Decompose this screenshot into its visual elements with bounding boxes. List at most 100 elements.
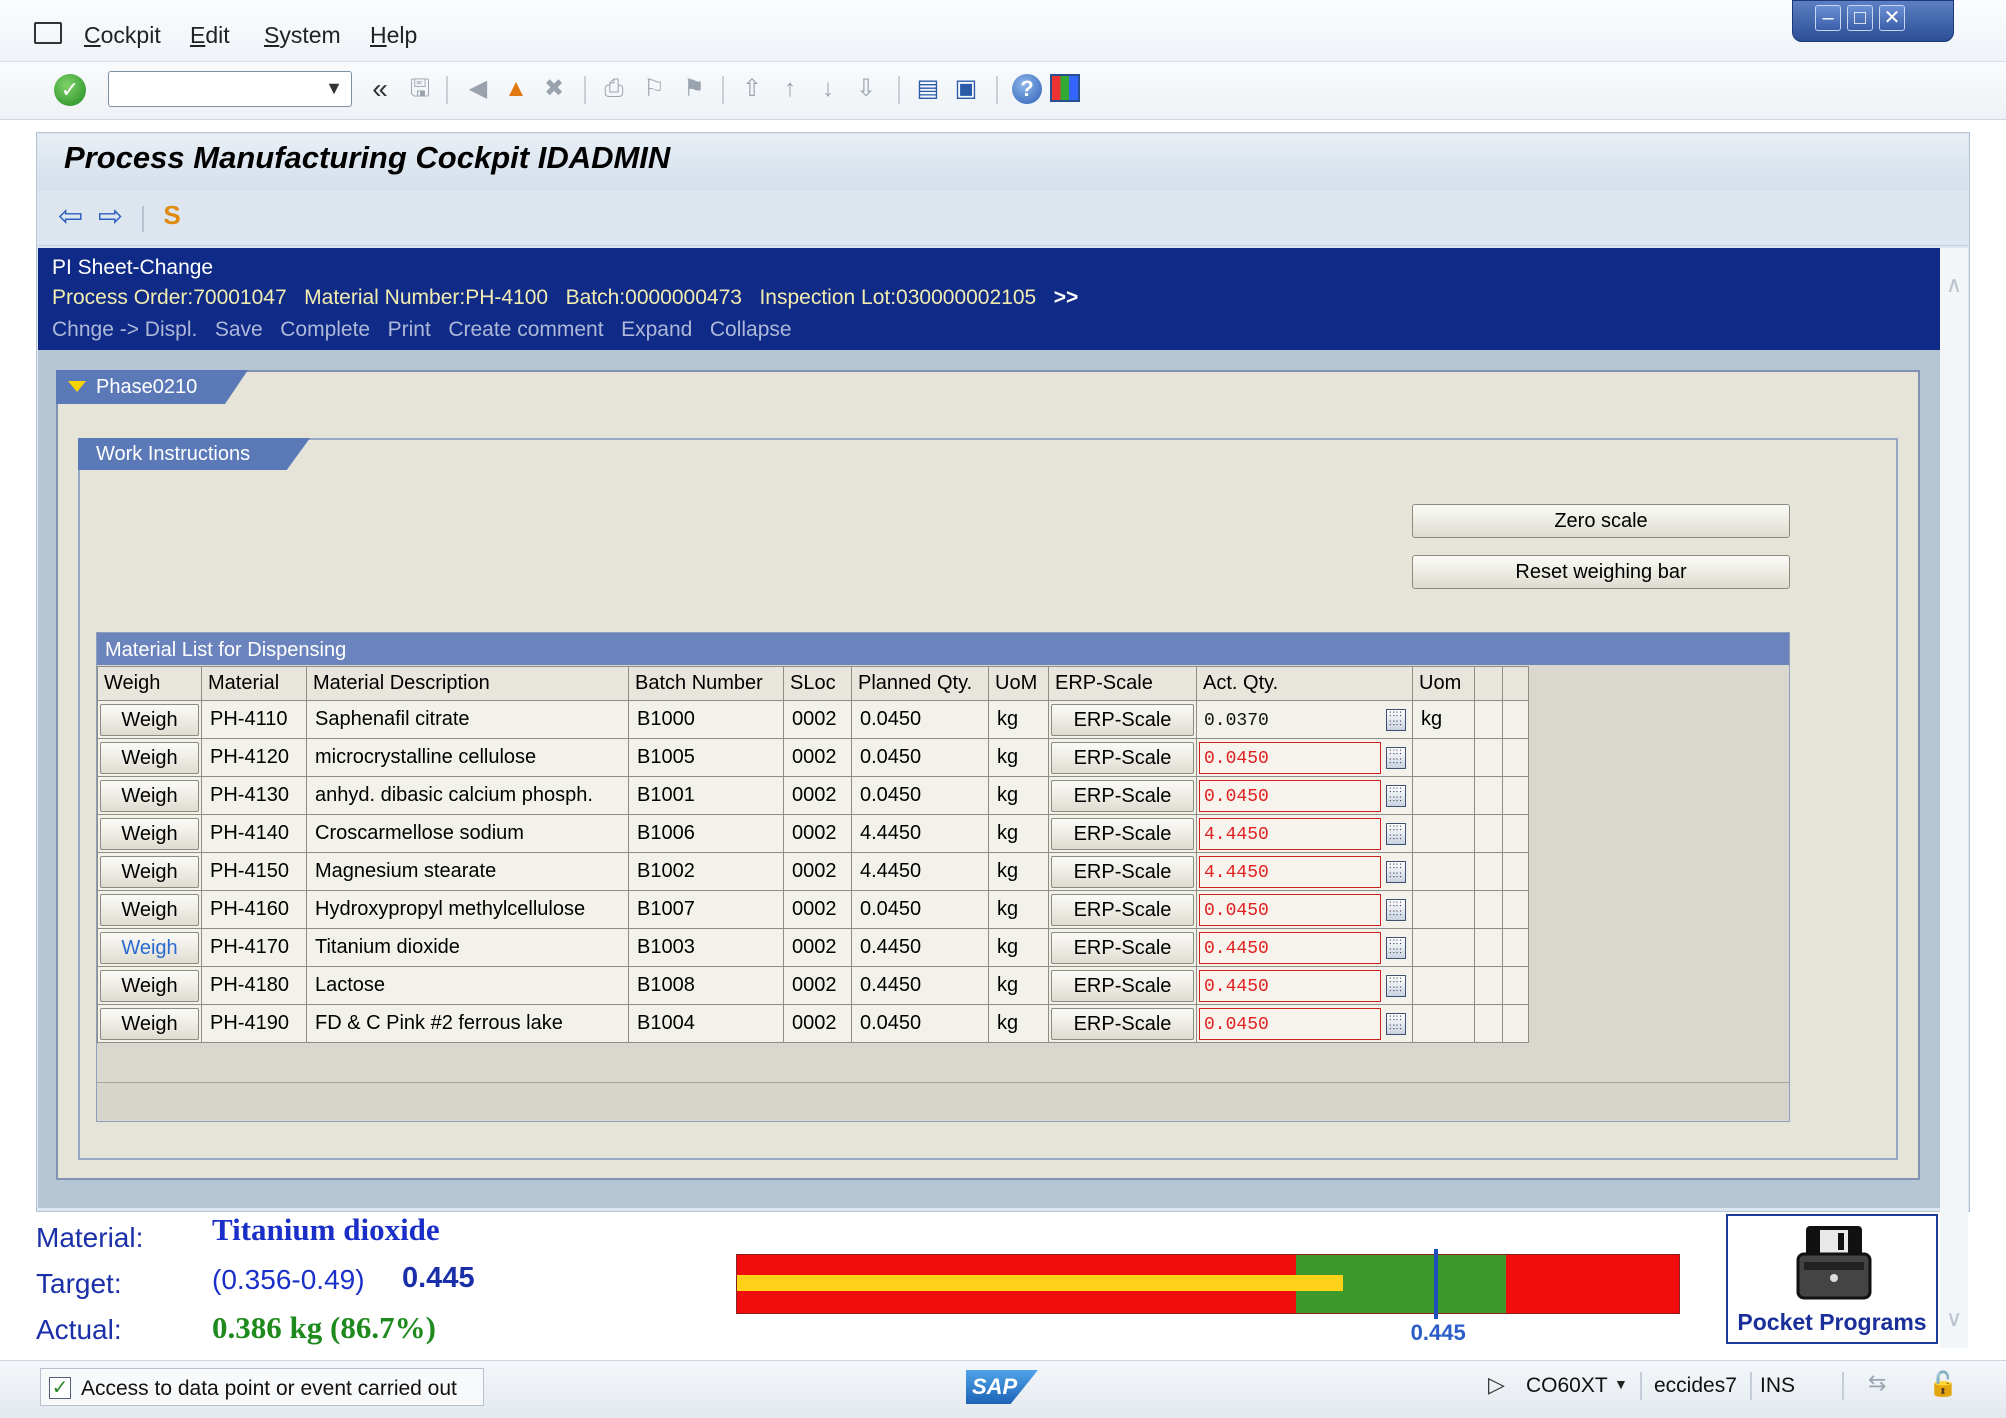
pi-sheet-header: PI Sheet-Change Process Order:70001047 M… [38,248,1940,350]
weigh-button[interactable]: Weigh [100,893,199,926]
batch-cell: B1005 [628,738,784,777]
menu-help[interactable]: Help [370,22,417,49]
weigh-button[interactable]: Weigh [100,931,199,964]
weigh-button[interactable]: Weigh [100,1007,199,1040]
erp-scale-button[interactable]: ERP-Scale [1051,969,1194,1002]
zero-scale-button[interactable]: Zero scale [1412,504,1790,538]
save-icon[interactable]: 🖫 [404,72,436,106]
column-header[interactable]: Weigh [97,666,202,701]
weigh-button[interactable]: Weigh [100,779,199,812]
action-save[interactable]: Save [215,318,263,341]
actual-qty-input[interactable]: 4.4450 [1199,817,1381,850]
actual-qty-input[interactable]: 0.0450 [1199,779,1381,812]
transaction-dropdown-icon[interactable]: ▼ [1614,1376,1628,1392]
more-link[interactable]: >> [1054,286,1079,309]
actual-qty-input[interactable]: 0.4450 [1199,931,1381,964]
erp-scale-button[interactable]: ERP-Scale [1051,855,1194,888]
action-create-comment[interactable]: Create comment [448,318,603,341]
collapse-triangle-icon[interactable] [68,381,86,392]
weigh-button[interactable]: Weigh [100,741,199,774]
action-collapse[interactable]: Collapse [710,318,792,341]
status-message[interactable]: ✓ Access to data point or event carried … [40,1368,484,1406]
actual-qty-input[interactable]: 0.0450 [1199,893,1381,926]
first-page-icon[interactable]: ⇧ [736,72,768,106]
maximize-icon[interactable]: □ [1847,5,1873,31]
column-header[interactable]: SLoc [783,666,852,701]
pocket-programs-button[interactable]: Pocket Programs [1726,1214,1938,1344]
action-change-display[interactable]: Chnge -> Displ. [52,318,197,341]
erp-scale-button[interactable]: ERP-Scale [1051,1007,1194,1040]
calculator-icon[interactable]: ∷∷ ∷∷ [1386,975,1406,997]
erp-scale-button[interactable]: ERP-Scale [1051,703,1194,736]
menu-edit[interactable]: Edit [190,22,230,49]
enter-icon[interactable]: ✓ [54,74,86,106]
collapse-toolbar-icon[interactable]: « [364,72,396,106]
reset-weighing-bar-button[interactable]: Reset weighing bar [1412,555,1790,589]
back-icon[interactable]: ◀ [462,72,494,106]
calculator-icon[interactable]: ∷∷ ∷∷ [1386,861,1406,883]
calculator-icon[interactable]: ∷∷ ∷∷ [1386,937,1406,959]
minimize-icon[interactable]: ‒ [1815,5,1841,31]
weigh-button[interactable]: Weigh [100,969,199,1002]
column-header[interactable]: Material [201,666,307,701]
status-expand-icon[interactable]: ▷ [1488,1372,1505,1398]
erp-scale-button[interactable]: ERP-Scale [1051,893,1194,926]
actual-qty-input[interactable]: 0.4450 [1199,969,1381,1002]
menu-system[interactable]: System [264,22,341,49]
vertical-scrollbar[interactable]: ∧ ∨ [1940,248,1968,1348]
uom-cell: kg [988,928,1049,967]
exit-icon[interactable]: ▲ [500,72,532,106]
material-value: Titanium dioxide [212,1212,440,1247]
help-icon[interactable]: ? [1012,74,1042,104]
close-icon[interactable]: ✕ [1879,5,1905,31]
scroll-up-icon[interactable]: ∧ [1946,272,1962,298]
calculator-icon[interactable]: ∷∷ ∷∷ [1386,747,1406,769]
erp-scale-button[interactable]: ERP-Scale [1051,817,1194,850]
shortcut-icon[interactable]: ▣ [950,72,982,106]
column-header[interactable]: Material Description [306,666,629,701]
action-expand[interactable]: Expand [621,318,692,341]
calculator-icon[interactable]: ∷∷ ∷∷ [1386,823,1406,845]
column-header[interactable]: ERP-Scale [1048,666,1197,701]
menu-icon[interactable] [34,22,62,44]
action-complete[interactable]: Complete [280,318,370,341]
action-print[interactable]: Print [388,318,431,341]
scroll-icon[interactable]: S [158,200,186,230]
actual-qty-input[interactable]: 0.0450 [1199,1007,1381,1040]
previous-page-icon[interactable]: ↑ [774,72,806,106]
lock-icon[interactable]: 🔓 [1928,1370,1958,1399]
erp-scale-cell: ERP-Scale [1048,776,1197,815]
column-header[interactable]: Uom [1412,666,1475,701]
actual-qty-input[interactable]: 0.0450 [1199,741,1381,774]
print-icon[interactable]: ⎙ [598,72,630,106]
new-session-icon[interactable]: ▤ [912,72,944,106]
erp-scale-button[interactable]: ERP-Scale [1051,779,1194,812]
column-header[interactable]: Batch Number [628,666,784,701]
customize-layout-icon[interactable] [1050,74,1080,102]
last-page-icon[interactable]: ⇩ [850,72,882,106]
command-field[interactable]: ▼ [108,71,352,107]
cancel-icon[interactable]: ✖ [538,72,570,106]
arrow-right-icon[interactable]: ⇨ [98,202,123,232]
dropdown-arrow-icon[interactable]: ▼ [325,78,343,99]
calculator-icon[interactable]: ∷∷ ∷∷ [1386,899,1406,921]
erp-scale-button[interactable]: ERP-Scale [1051,741,1194,774]
next-page-icon[interactable]: ↓ [812,72,844,106]
calculator-icon[interactable]: ∷∷ ∷∷ [1386,785,1406,807]
column-header[interactable]: UoM [988,666,1049,701]
menu-cockpit[interactable]: Cockpit [84,22,161,49]
erp-scale-button[interactable]: ERP-Scale [1051,931,1194,964]
column-header[interactable]: Planned Qty. [851,666,989,701]
calculator-icon[interactable]: ∷∷ ∷∷ [1386,1013,1406,1035]
weigh-button[interactable]: Weigh [100,855,199,888]
find-icon[interactable]: ⚐ [638,72,670,106]
calculator-icon[interactable]: ∷∷ ∷∷ [1386,709,1406,731]
arrow-left-icon[interactable]: ⇦ [58,202,83,232]
actual-qty-input[interactable]: 4.4450 [1199,855,1381,888]
find-next-icon[interactable]: ⚑ [678,72,710,106]
weigh-button[interactable]: Weigh [100,703,199,736]
actual-qty-input[interactable]: 0.0370 [1199,704,1381,736]
scroll-down-icon[interactable]: ∨ [1946,1306,1962,1332]
column-header[interactable]: Act. Qty. [1196,666,1413,701]
weigh-button[interactable]: Weigh [100,817,199,850]
